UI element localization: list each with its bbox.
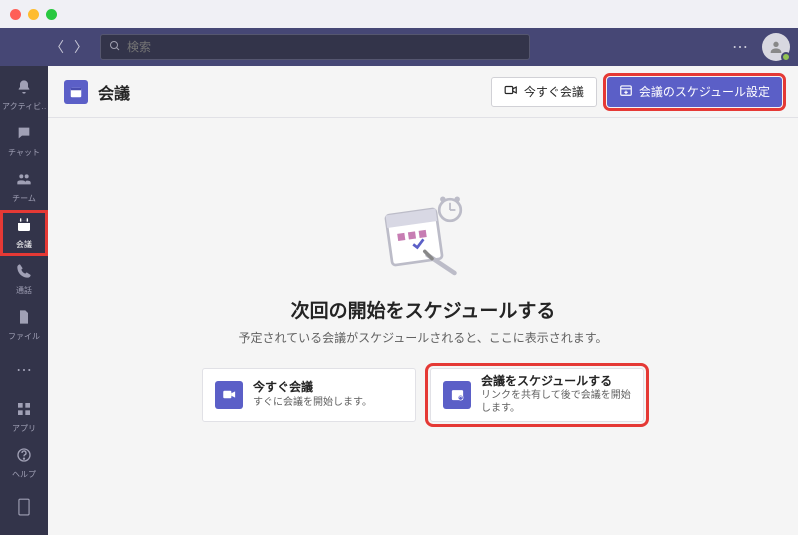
window-maximize-dot[interactable] [46, 9, 57, 20]
calendar-add-icon [619, 83, 633, 100]
help-icon [16, 447, 32, 467]
rail-label: チャット [8, 147, 40, 158]
page-header-icon [64, 80, 88, 104]
teams-icon [16, 171, 32, 191]
more-icon: ⋯ [16, 363, 32, 379]
rail-files[interactable]: ファイル [0, 302, 48, 348]
meet-now-button[interactable]: 今すぐ会議 [491, 77, 597, 107]
chat-icon [16, 125, 32, 145]
rail-teams[interactable]: チーム [0, 164, 48, 210]
profile-avatar[interactable] [762, 33, 790, 61]
calendar-icon [16, 217, 32, 237]
rail-label: ヘルプ [12, 469, 36, 480]
apps-icon [16, 401, 32, 421]
nav-forward[interactable]: 〉 [70, 36, 92, 58]
rail-label: 会議 [16, 239, 32, 250]
topbar: 〈 〉 ⋯ [0, 28, 798, 66]
search-box[interactable] [100, 34, 530, 60]
rail-label: アプリ [12, 423, 36, 434]
window-minimize-dot[interactable] [28, 9, 39, 20]
button-label: 今すぐ会議 [524, 83, 584, 100]
card-title: 今すぐ会議 [253, 380, 372, 396]
empty-state: 次回の開始をスケジュールする 予定されている会議がスケジュールされると、ここに表… [48, 118, 798, 535]
side-rail: アクティビ… チャット チーム 会議 通話 [0, 66, 48, 535]
video-icon [215, 381, 243, 409]
rail-calls[interactable]: 通話 [0, 256, 48, 302]
presence-indicator [781, 52, 791, 62]
rail-calendar[interactable]: 会議 [0, 210, 48, 256]
window-close-dot[interactable] [10, 9, 21, 20]
rail-label: ファイル [8, 331, 40, 342]
button-label: 会議のスケジュール設定 [639, 83, 770, 100]
phone-icon [16, 263, 32, 283]
rail-more[interactable]: ⋯ [0, 348, 48, 394]
bell-icon [16, 79, 32, 99]
rail-label: アクティビ… [2, 101, 46, 112]
page-title: 会議 [98, 80, 130, 104]
card-sub: リンクを共有して後で会議を開始します。 [481, 389, 631, 415]
rail-label: チーム [12, 193, 36, 204]
empty-sub: 予定されている会議がスケジュールされると、ここに表示されます。 [238, 329, 607, 346]
search-icon [109, 40, 121, 55]
device-icon [17, 498, 31, 520]
calendar-link-icon [443, 381, 471, 409]
schedule-meeting-button[interactable]: 会議のスケジュール設定 [607, 77, 782, 107]
empty-heading: 次回の開始をスケジュールする [291, 296, 556, 323]
topbar-more[interactable]: ⋯ [726, 37, 754, 57]
card-title: 会議をスケジュールする [481, 374, 631, 390]
search-input[interactable] [127, 40, 521, 54]
page-header: 会議 今すぐ会議 会議のスケジュール設定 [48, 66, 798, 118]
rail-apps[interactable]: アプリ [0, 397, 48, 443]
rail-activity[interactable]: アクティビ… [0, 72, 48, 118]
card-sub: すぐに会議を開始します。 [253, 396, 372, 409]
rail-chat[interactable]: チャット [0, 118, 48, 164]
rail-device[interactable] [0, 489, 48, 535]
nav-back[interactable]: 〈 [46, 36, 68, 58]
video-icon [504, 83, 518, 100]
main-area: 会議 今すぐ会議 会議のスケジュール設定 [48, 66, 798, 535]
rail-label: 通話 [16, 285, 32, 296]
file-icon [16, 309, 32, 329]
rail-help[interactable]: ヘルプ [0, 443, 48, 489]
meet-now-card[interactable]: 今すぐ会議 すぐに会議を開始します。 [202, 368, 416, 422]
calendar-illustration [368, 192, 478, 282]
schedule-card[interactable]: 会議をスケジュールする リンクを共有して後で会議を開始します。 [430, 368, 644, 422]
mac-titlebar [0, 0, 798, 28]
